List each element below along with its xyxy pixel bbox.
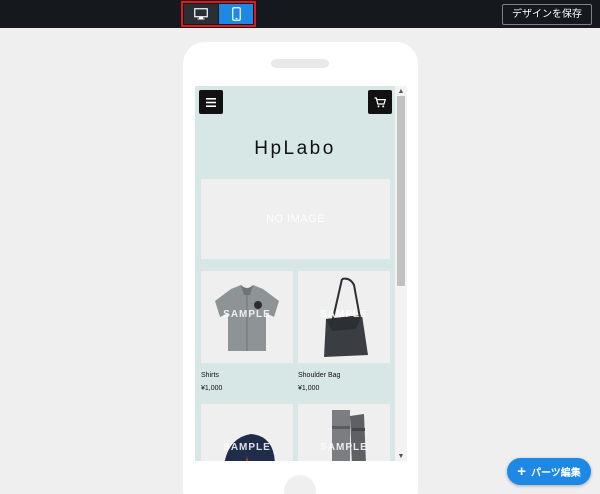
parts-edit-button[interactable]: + パーツ編集 bbox=[507, 458, 591, 485]
sample-watermark: SAMPLE bbox=[320, 309, 368, 320]
product-price: ¥1,000 bbox=[298, 385, 320, 392]
product-card-socks[interactable]: SAMPLE bbox=[298, 404, 390, 461]
scroll-up-arrow-icon[interactable]: ▲ bbox=[395, 86, 407, 96]
product-card-shoulder-bag[interactable]: SAMPLE Shoulder Bag ¥1,000 bbox=[298, 271, 390, 392]
hamburger-icon bbox=[206, 97, 216, 107]
mobile-icon bbox=[231, 7, 241, 21]
sample-watermark: SAMPLE bbox=[223, 442, 271, 453]
product-image: SAMPLE bbox=[298, 271, 390, 363]
cart-icon bbox=[374, 96, 386, 107]
hero-image-placeholder: NO IMAGE bbox=[201, 179, 390, 259]
phone-frame: HpLabo NO IMAGE SAMPLE Shirts ¥1,000 SAM… bbox=[183, 42, 418, 494]
no-image-label: NO IMAGE bbox=[265, 213, 325, 225]
product-image: SAMPLE bbox=[201, 271, 293, 363]
top-toolbar: デザインを保存 bbox=[0, 0, 600, 28]
product-image: SAMPLE bbox=[201, 404, 293, 461]
product-card-cap[interactable]: SAMPLE bbox=[201, 404, 293, 461]
hamburger-menu-button[interactable] bbox=[199, 90, 223, 114]
preview-scrollbar[interactable]: ▲ ▼ bbox=[395, 86, 407, 461]
site-logo: HpLabo bbox=[254, 138, 336, 159]
phone-speaker bbox=[271, 59, 329, 68]
phone-home-button bbox=[284, 475, 316, 494]
mobile-view-button[interactable] bbox=[219, 4, 253, 24]
sample-watermark: SAMPLE bbox=[223, 309, 271, 320]
sample-watermark: SAMPLE bbox=[320, 442, 368, 453]
desktop-icon bbox=[194, 8, 208, 20]
parts-edit-label: パーツ編集 bbox=[530, 468, 581, 479]
phone-screen: HpLabo NO IMAGE SAMPLE Shirts ¥1,000 SAM… bbox=[195, 86, 407, 461]
product-name: Shirts bbox=[201, 372, 219, 379]
product-name: Shoulder Bag bbox=[298, 372, 341, 379]
scroll-thumb[interactable] bbox=[397, 96, 405, 286]
cart-button[interactable] bbox=[368, 90, 392, 114]
product-price: ¥1,000 bbox=[201, 385, 223, 392]
scroll-down-arrow-icon[interactable]: ▼ bbox=[395, 451, 407, 461]
plus-icon: + bbox=[517, 463, 526, 480]
device-toggle bbox=[181, 1, 256, 27]
desktop-view-button[interactable] bbox=[184, 4, 218, 24]
site-preview: HpLabo NO IMAGE SAMPLE Shirts ¥1,000 SAM… bbox=[195, 86, 395, 461]
save-design-button[interactable]: デザインを保存 bbox=[502, 4, 592, 25]
product-image: SAMPLE bbox=[298, 404, 390, 461]
product-card-shirts[interactable]: SAMPLE Shirts ¥1,000 bbox=[201, 271, 293, 392]
